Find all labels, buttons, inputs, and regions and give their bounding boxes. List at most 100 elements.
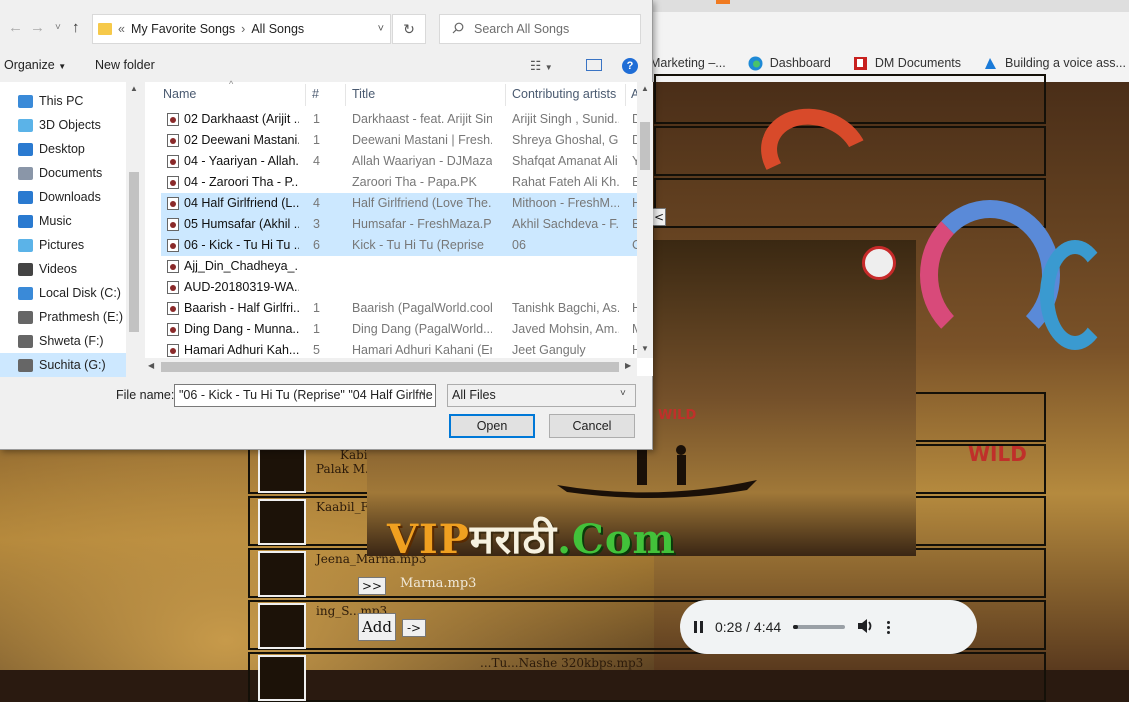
pause-icon[interactable] [694, 621, 703, 633]
column-separator[interactable] [505, 84, 506, 106]
audio-file-icon [167, 260, 179, 273]
chevron-down-icon[interactable]: ˅ [420, 388, 426, 399]
bookmark-dashboard[interactable]: Dashboard [748, 56, 831, 71]
preview-pane-icon[interactable] [586, 59, 602, 71]
column-number[interactable]: # [312, 87, 319, 101]
column-title[interactable]: Title [352, 87, 375, 101]
column-separator[interactable] [345, 84, 346, 106]
song-thumbnail [258, 603, 306, 649]
audio-file-icon [167, 302, 179, 315]
bookmark-marketing[interactable]: Marketing –... [650, 56, 726, 70]
track-title: Darkhaast - feat. Arijit Sin... [352, 112, 492, 126]
nav-item-label: 3D Objects [39, 118, 101, 132]
cancel-button[interactable]: Cancel [549, 414, 635, 438]
organize-label: Organize [4, 58, 55, 72]
file-row[interactable]: Ajj_Din_Chadheya_... [161, 256, 637, 277]
nav-item[interactable]: Music [0, 209, 126, 233]
file-row[interactable]: 02 Darkhaast (Arijit ... 1 Darkhaast - fea… [161, 109, 638, 130]
view-options-button[interactable]: ☷ ▼ [530, 58, 553, 73]
open-button[interactable]: Open [449, 414, 535, 438]
scroll-up-icon[interactable]: ▲ [130, 84, 138, 93]
up-icon[interactable]: ↑ [72, 19, 80, 36]
help-icon[interactable]: ? [622, 58, 638, 74]
search-input[interactable]: Search All Songs [439, 14, 641, 44]
file-row[interactable]: 05 Humsafar (Akhil ... 3 Humsafar - FreshM… [161, 214, 638, 235]
file-name-input[interactable]: "06 - Kick - Tu Hi Tu (Reprise" "04 Half… [174, 384, 436, 407]
audio-file-icon [167, 134, 179, 147]
breadcrumb-current[interactable]: All Songs [251, 22, 304, 36]
forward-icon[interactable]: → [30, 19, 45, 36]
file-list-hscroll-thumb[interactable] [161, 362, 619, 372]
collapse-button[interactable]: < [652, 208, 666, 226]
sort-up-icon: ^ [229, 79, 234, 89]
nav-item[interactable]: Desktop [0, 137, 126, 161]
organize-button[interactable]: Organize ▼ [4, 58, 66, 72]
bookmark-dm-documents[interactable]: DM Documents [853, 56, 961, 71]
more-options-icon[interactable] [887, 620, 891, 634]
file-row[interactable]: 04 - Yaariyan - Allah... 4 Allah Waariyan … [161, 151, 638, 172]
track-artists: Rahat Fateh Ali Kh... [512, 175, 619, 189]
edge-icon [748, 56, 763, 71]
track-artists: Tanishk Bagchi, As... [512, 301, 619, 315]
file-row[interactable]: Ding Dang - Munna... 1 Ding Dang (PagalWor… [161, 319, 638, 340]
scroll-up-icon[interactable]: ▲ [641, 84, 649, 93]
file-name: Baarish - Half Girlfri... [184, 301, 299, 315]
bookmark-building-voice[interactable]: Building a voice ass... [983, 56, 1126, 71]
column-separator[interactable] [625, 84, 626, 106]
file-type-select[interactable]: All Files [447, 384, 636, 407]
add-button[interactable]: Add [358, 613, 396, 641]
chevron-down-icon[interactable]: ˅ [620, 388, 626, 399]
address-bar[interactable]: « My Favorite Songs › All Songs ˅ [92, 14, 391, 44]
volume-icon[interactable] [857, 618, 875, 637]
audio-file-icon [167, 281, 179, 294]
progress-slider[interactable] [793, 625, 846, 629]
recent-locations-icon[interactable]: ˅ [55, 22, 61, 33]
nav-item[interactable]: Suchita (G:) [0, 353, 126, 377]
column-artists[interactable]: Contributing artists [512, 87, 616, 101]
refresh-button[interactable]: ↻ [392, 14, 426, 44]
file-list-vscroll-thumb[interactable] [640, 122, 650, 170]
file-row[interactable]: 04 - Zaroori Tha - P... Zaroori Tha - Pap… [161, 172, 638, 193]
column-name[interactable]: Name [163, 87, 196, 101]
next-button[interactable]: >> [358, 577, 386, 595]
nav-item[interactable]: Local Disk (C:) [0, 281, 126, 305]
playlist-item[interactable]: ...Tu...Nashe 320kbps.mp3 [248, 652, 1046, 702]
drive-icon [18, 286, 33, 300]
chevron-down-icon[interactable]: ˅ [378, 23, 384, 35]
nav-item[interactable]: Downloads [0, 185, 126, 209]
scroll-down-icon[interactable]: ▼ [641, 344, 649, 353]
file-row[interactable]: 06 - Kick - Tu Hi Tu ... 6 Kick - Tu Hi Tu… [161, 235, 638, 256]
nav-item[interactable]: Prathmesh (E:) [0, 305, 126, 329]
nav-scroll-thumb[interactable] [129, 172, 139, 332]
nav-item[interactable]: This PC [0, 89, 126, 113]
nav-item[interactable]: Videos [0, 257, 126, 281]
file-row[interactable]: 04 Half Girlfriend (L... 4 Half Girlfriend… [161, 193, 638, 214]
scroll-right-icon[interactable]: ▶ [625, 361, 631, 370]
nav-item[interactable]: Documents [0, 161, 126, 185]
nav-item[interactable]: 3D Objects [0, 113, 126, 137]
new-folder-button[interactable]: New folder [95, 58, 155, 72]
track-artists: Mithoon - FreshM... [512, 196, 619, 210]
file-list-vscrollbar[interactable]: ▲ ▼ [637, 82, 653, 358]
file-row[interactable]: AUD-20180319-WA... [161, 277, 637, 298]
file-name: 04 - Yaariyan - Allah... [184, 154, 299, 168]
pictures-icon [18, 238, 33, 252]
back-icon[interactable]: ← [8, 19, 23, 36]
nav-item[interactable]: Shweta (F:) [0, 329, 126, 353]
column-separator[interactable] [305, 84, 306, 106]
scroll-left-icon[interactable]: ◀ [148, 361, 154, 370]
audio-player: 0:28 / 4:44 [680, 600, 977, 654]
nav-scrollbar[interactable]: ▲ [126, 82, 142, 376]
breadcrumb-parent[interactable]: My Favorite Songs [131, 22, 235, 36]
move-button[interactable]: -> [402, 619, 426, 637]
file-row[interactable]: 02 Deewani Mastani... 1 Deewani Mastani | … [161, 130, 638, 151]
audio-file-icon [167, 155, 179, 168]
documents-icon [18, 166, 33, 180]
nav-item[interactable]: Pictures [0, 233, 126, 257]
wild-label: WILD [968, 442, 1027, 466]
download-icon [18, 190, 33, 204]
nav-item-label: This PC [39, 94, 84, 108]
file-row[interactable]: Baarish - Half Girlfri... 1 Baarish (Pagal… [161, 298, 638, 319]
track-number: 1 [313, 322, 320, 336]
file-list-hscrollbar[interactable]: ◀ ▶ [145, 358, 637, 376]
